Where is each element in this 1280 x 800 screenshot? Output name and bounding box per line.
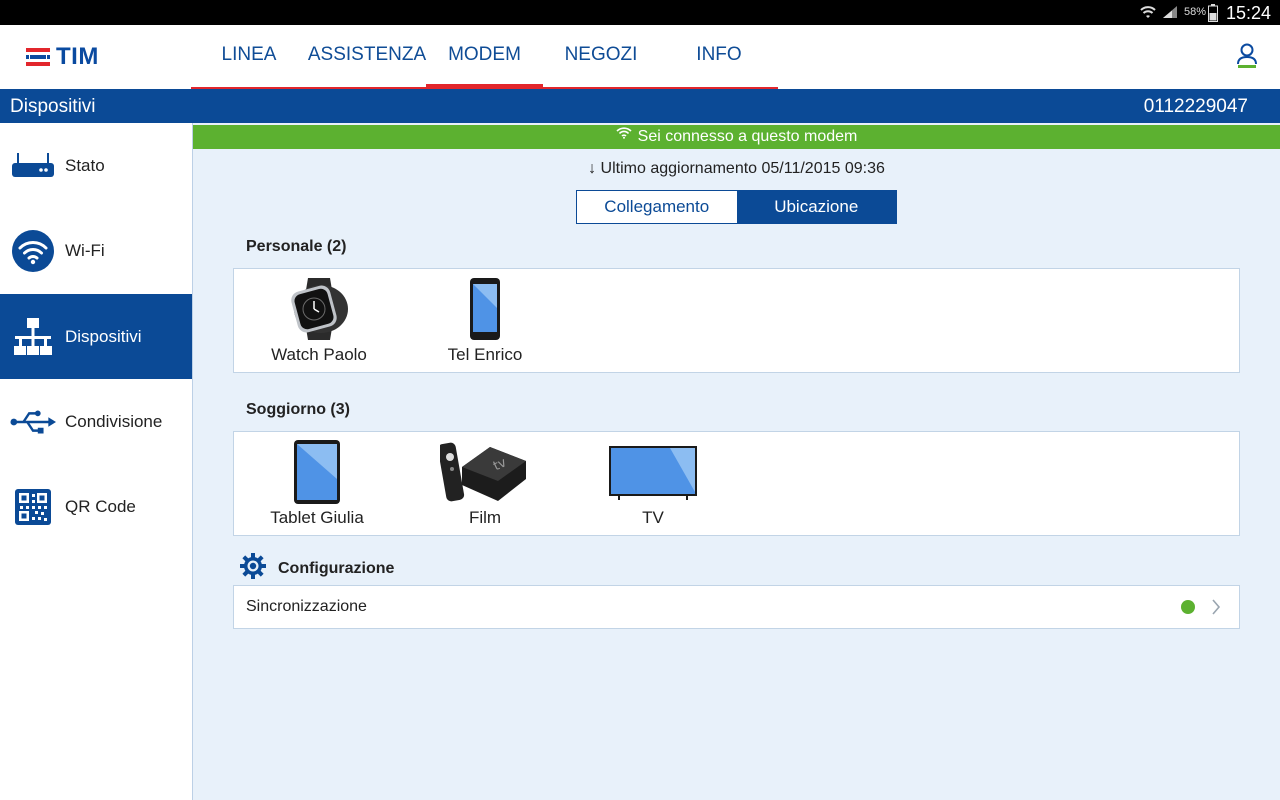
battery-icon — [1208, 4, 1218, 27]
smartwatch-icon — [260, 275, 378, 343]
phone-icon — [426, 275, 544, 343]
tim-logo[interactable]: TIM — [26, 43, 99, 71]
main-nav: LINEA ASSISTENZA MODEM NEGOZI INFO — [191, 25, 778, 89]
configuration-title: Configurazione — [278, 559, 395, 577]
sidebar-item-label: QR Code — [65, 497, 136, 516]
television-icon — [594, 438, 712, 506]
device-label: Tablet Giulia — [270, 508, 364, 527]
nav-modem[interactable]: MODEM — [426, 25, 543, 89]
configuration-header: Configurazione — [240, 553, 394, 584]
wifi-small-icon — [616, 123, 632, 147]
sidebar: Stato Wi-Fi Dispositivi Condivisione QR … — [0, 123, 193, 800]
sync-status-dot — [1181, 600, 1195, 614]
device-film[interactable]: tv Film — [426, 432, 544, 535]
qr-code-icon — [10, 485, 56, 529]
user-profile-icon[interactable] — [1236, 43, 1258, 74]
sidebar-item-label: Condivisione — [65, 412, 163, 431]
connection-text: Sei connesso a questo modem — [637, 128, 858, 145]
nav-assistenza[interactable]: ASSISTENZA — [303, 25, 431, 87]
sidebar-item-stato[interactable]: Stato — [0, 123, 192, 208]
device-label: Watch Paolo — [271, 345, 367, 364]
tv-box-icon: tv — [426, 438, 544, 506]
connection-banner: Sei connesso a questo modem — [193, 125, 1280, 149]
device-group-soggiorno: Tablet Giulia tv Film TV — [233, 431, 1240, 536]
wifi-icon — [10, 229, 56, 273]
sidebar-item-label: Stato — [65, 156, 105, 175]
sidebar-item-label: Dispositivi — [65, 327, 142, 346]
device-tablet-giulia[interactable]: Tablet Giulia — [258, 432, 376, 535]
sync-row[interactable]: Sincronizzazione — [233, 585, 1240, 629]
device-watch-paolo[interactable]: Watch Paolo — [260, 269, 378, 372]
tab-ubicazione[interactable]: Ubicazione — [736, 191, 896, 223]
sidebar-item-qr-code[interactable]: QR Code — [0, 464, 192, 549]
logo-text: TIM — [56, 43, 99, 70]
device-label: Tel Enrico — [447, 345, 523, 364]
gear-icon — [240, 553, 266, 584]
main-content: Sei connesso a questo modem ↓ Ultimo agg… — [193, 123, 1280, 800]
tim-logo-mark-icon — [26, 48, 50, 66]
network-icon — [10, 315, 56, 359]
device-group-personale: Watch Paolo Tel Enrico — [233, 268, 1240, 373]
group-title: Soggiorno (3) — [246, 401, 350, 418]
clock: 15:24 — [1226, 3, 1272, 23]
system-status-bar: 58% 15:24 — [0, 0, 1280, 25]
device-label: TV — [642, 508, 664, 527]
section-title: Dispositivi — [10, 96, 96, 117]
section-title-bar: Dispositivi 0112229047 — [0, 89, 1280, 123]
sidebar-item-label: Wi-Fi — [65, 241, 105, 260]
wifi-status-icon — [1139, 4, 1157, 25]
sidebar-item-condivisione[interactable]: Condivisione — [0, 379, 192, 464]
cell-signal-icon — [1162, 5, 1178, 24]
usb-icon — [10, 400, 56, 444]
device-tel-enrico[interactable]: Tel Enrico — [426, 269, 544, 372]
group-title: Personale (2) — [246, 238, 347, 255]
last-update-text[interactable]: ↓ Ultimo aggiornamento 05/11/2015 09:36 — [193, 160, 1280, 178]
device-label: Film — [468, 508, 502, 527]
tab-collegamento[interactable]: Collegamento — [577, 191, 737, 223]
nav-linea[interactable]: LINEA — [205, 25, 293, 87]
device-tv[interactable]: TV — [594, 432, 712, 535]
sync-label: Sincronizzazione — [246, 598, 367, 615]
line-number: 0112229047 — [1143, 96, 1248, 117]
nav-negozi[interactable]: NEGOZI — [549, 25, 653, 87]
router-icon — [10, 144, 56, 188]
sidebar-item-dispositivi[interactable]: Dispositivi — [0, 294, 192, 379]
nav-info[interactable]: INFO — [669, 25, 769, 87]
chevron-right-icon — [1211, 598, 1221, 621]
sidebar-item-wifi[interactable]: Wi-Fi — [0, 208, 192, 293]
tablet-icon — [258, 438, 376, 506]
view-toggle: Collegamento Ubicazione — [576, 190, 897, 224]
app-header: TIM LINEA ASSISTENZA MODEM NEGOZI INFO — [0, 25, 1280, 89]
battery-percentage: 58% — [1184, 6, 1207, 18]
